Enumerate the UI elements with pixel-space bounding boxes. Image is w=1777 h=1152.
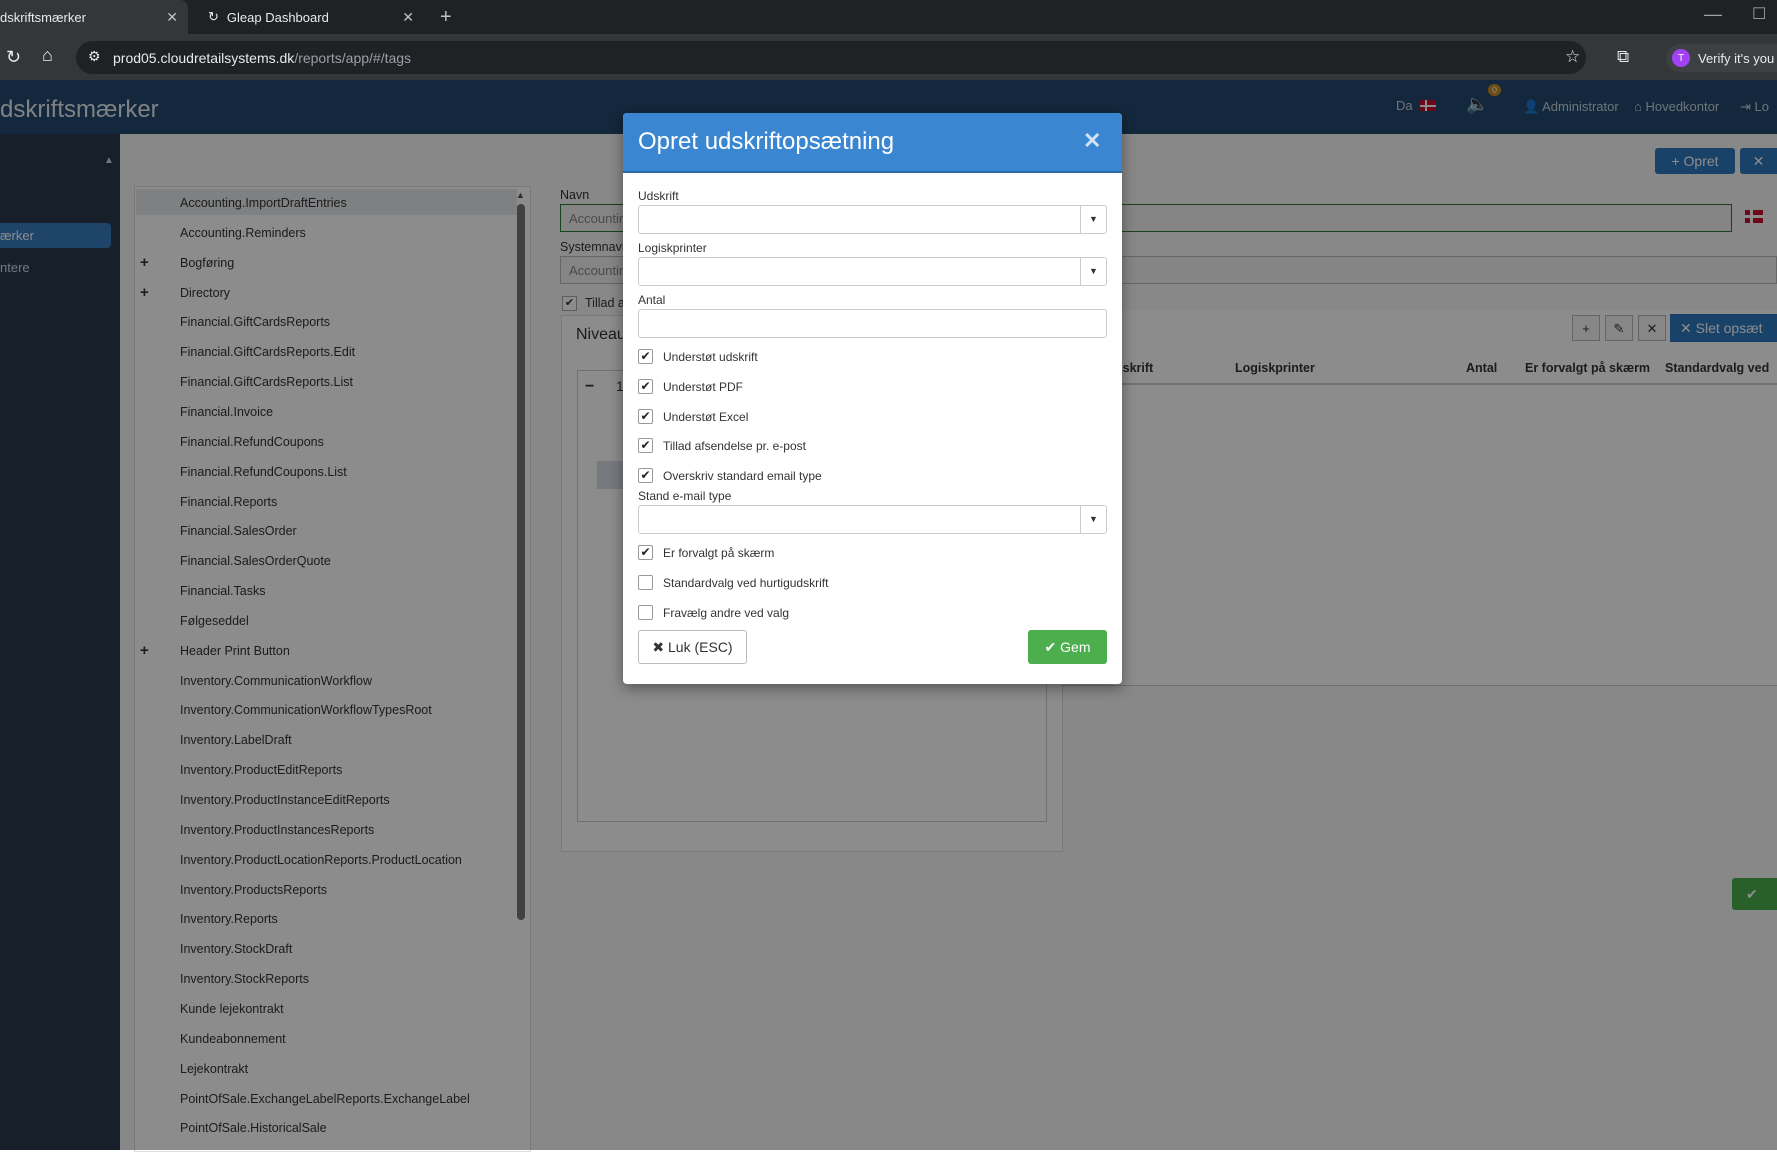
tab-title: dskriftsmærker: [0, 9, 86, 25]
save-button-label: Gem: [1060, 639, 1091, 655]
checkbox[interactable]: ✔: [638, 379, 653, 394]
checkbox-label: Understøt udskrift: [663, 350, 758, 364]
window-maximize-icon[interactable]: ☐: [1752, 4, 1766, 24]
create-print-setup-dialog: [623, 113, 1122, 684]
checkbox[interactable]: ✔: [638, 468, 653, 483]
extensions-icon[interactable]: ⧉: [1617, 47, 1629, 67]
new-tab-plus-icon[interactable]: +: [440, 6, 452, 29]
url-host: prod05.cloudretailsystems.dk: [113, 50, 295, 66]
browser-tab-active[interactable]: dskriftsmærker ✕: [0, 0, 188, 34]
tab-close-icon[interactable]: ✕: [166, 9, 178, 26]
checkbox[interactable]: [638, 575, 653, 590]
antal-label: Antal: [638, 293, 666, 307]
checkbox-label: Understøt PDF: [663, 380, 744, 394]
window-minimize-icon[interactable]: —: [1704, 4, 1722, 25]
chevron-down-icon[interactable]: ▼: [1080, 258, 1106, 285]
email-type-select[interactable]: ▼: [638, 505, 1107, 534]
profile-chip[interactable]: T Verify it's you: [1666, 44, 1777, 72]
home-icon[interactable]: ⌂: [42, 45, 53, 66]
udskrift-select[interactable]: ▼: [638, 205, 1107, 234]
url-path: /reports/app/#/tags: [294, 50, 412, 66]
tab-close-icon[interactable]: ✕: [402, 9, 414, 26]
checkbox[interactable]: [638, 605, 653, 620]
checkbox[interactable]: ✔: [638, 545, 653, 560]
reload-icon[interactable]: ↻: [6, 47, 21, 68]
dialog-close-icon[interactable]: ✕: [1083, 128, 1101, 154]
save-button[interactable]: ✔ Gem: [1028, 630, 1107, 664]
avatar: T: [1672, 49, 1690, 67]
dialog-title: Opret udskriftopsætning: [638, 128, 895, 155]
checkbox[interactable]: ✔: [638, 409, 653, 424]
udskrift-label: Udskrift: [638, 189, 679, 203]
checkbox[interactable]: ✔: [638, 438, 653, 453]
profile-label: Verify it's you: [1698, 50, 1775, 66]
check-icon: ✔: [1044, 639, 1061, 655]
bookmark-star-icon[interactable]: ☆: [1565, 47, 1580, 67]
checkbox-label: Overskriv standard email type: [663, 469, 822, 483]
close-button-label: Luk (ESC): [668, 639, 733, 655]
logiskprinter-select[interactable]: ▼: [638, 257, 1107, 286]
checkbox-label: Standardvalg ved hurtigudskrift: [663, 576, 829, 590]
checkbox-label: Understøt Excel: [663, 410, 749, 424]
logiskprinter-label: Logiskprinter: [638, 241, 707, 255]
email-type-label: Stand e-mail type: [638, 489, 732, 503]
browser-tab-gleap[interactable]: ↻ Gleap Dashboard ✕: [196, 0, 424, 34]
close-button[interactable]: ✖ Luk (ESC): [638, 630, 747, 664]
chevron-down-icon[interactable]: ▼: [1080, 206, 1106, 233]
chevron-down-icon[interactable]: ▼: [1080, 506, 1106, 533]
gleap-favicon-icon: ↻: [208, 9, 219, 24]
close-icon: ✖: [652, 639, 669, 655]
checkbox-label: Tillad afsendelse pr. e-post: [663, 439, 806, 453]
site-info-icon[interactable]: ⚙: [88, 48, 101, 65]
url-text[interactable]: prod05.cloudretailsystems.dk/reports/app…: [113, 50, 411, 66]
checkbox-label: Er forvalgt på skærm: [663, 546, 775, 560]
checkbox-label: Fravælg andre ved valg: [663, 606, 790, 620]
checkbox[interactable]: ✔: [638, 349, 653, 364]
antal-input[interactable]: [638, 309, 1107, 338]
tab-title: Gleap Dashboard: [226, 9, 329, 25]
